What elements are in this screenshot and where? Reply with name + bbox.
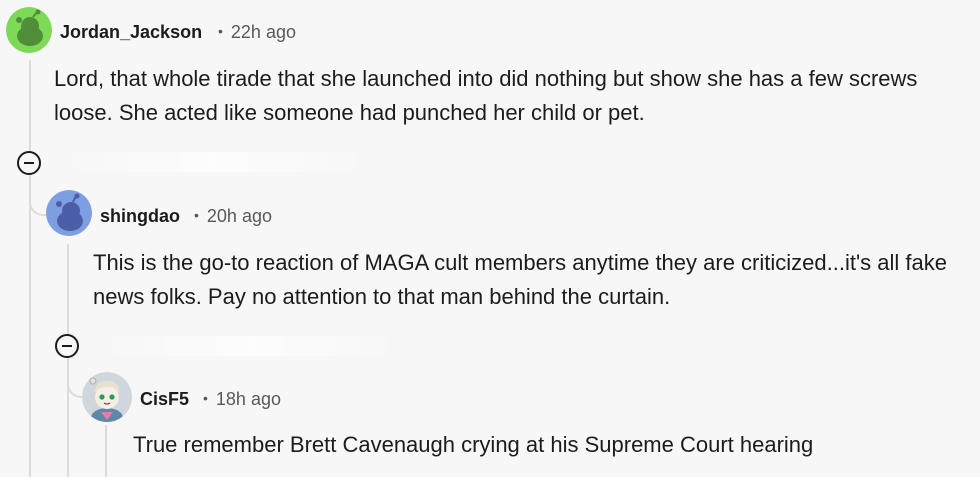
comment-thread: Jordan_Jackson • 22h ago Lord, that whole…	[0, 0, 980, 477]
timestamp-text: 18h ago	[215, 389, 281, 409]
collapse-icon[interactable]	[17, 151, 41, 175]
comment-author[interactable]: CisF5	[140, 389, 189, 410]
avatar[interactable]	[6, 7, 52, 53]
snoo-avatar-icon	[82, 372, 132, 422]
thread-line-level-3[interactable]	[105, 425, 107, 477]
thread-line-level-1[interactable]	[29, 60, 31, 477]
comment-timestamp[interactable]: • 20h ago	[194, 206, 272, 227]
comment-author[interactable]: Jordan_Jackson	[60, 22, 202, 43]
separator-dot: •	[218, 23, 223, 39]
timestamp-text: 22h ago	[230, 22, 296, 42]
comment-body: This is the go-to reaction of MAGA cult …	[93, 250, 947, 309]
avatar[interactable]	[46, 190, 92, 236]
comment-body: Lord, that whole tirade that she launche…	[54, 66, 918, 125]
avatar[interactable]	[82, 372, 132, 422]
snoo-avatar-icon	[46, 190, 92, 236]
comment-author[interactable]: shingdao	[100, 206, 180, 227]
comment-body: True remember Brett Cavenaugh crying at …	[133, 432, 814, 457]
comment-timestamp[interactable]: • 22h ago	[218, 22, 296, 43]
timestamp-text: 20h ago	[206, 206, 272, 226]
separator-dot: •	[203, 390, 208, 406]
comment-timestamp[interactable]: • 18h ago	[203, 389, 281, 410]
snoo-avatar-icon	[6, 7, 52, 53]
action-bar-placeholder	[100, 336, 400, 356]
action-bar-placeholder	[60, 152, 370, 172]
collapse-icon[interactable]	[55, 334, 79, 358]
separator-dot: •	[194, 207, 199, 223]
